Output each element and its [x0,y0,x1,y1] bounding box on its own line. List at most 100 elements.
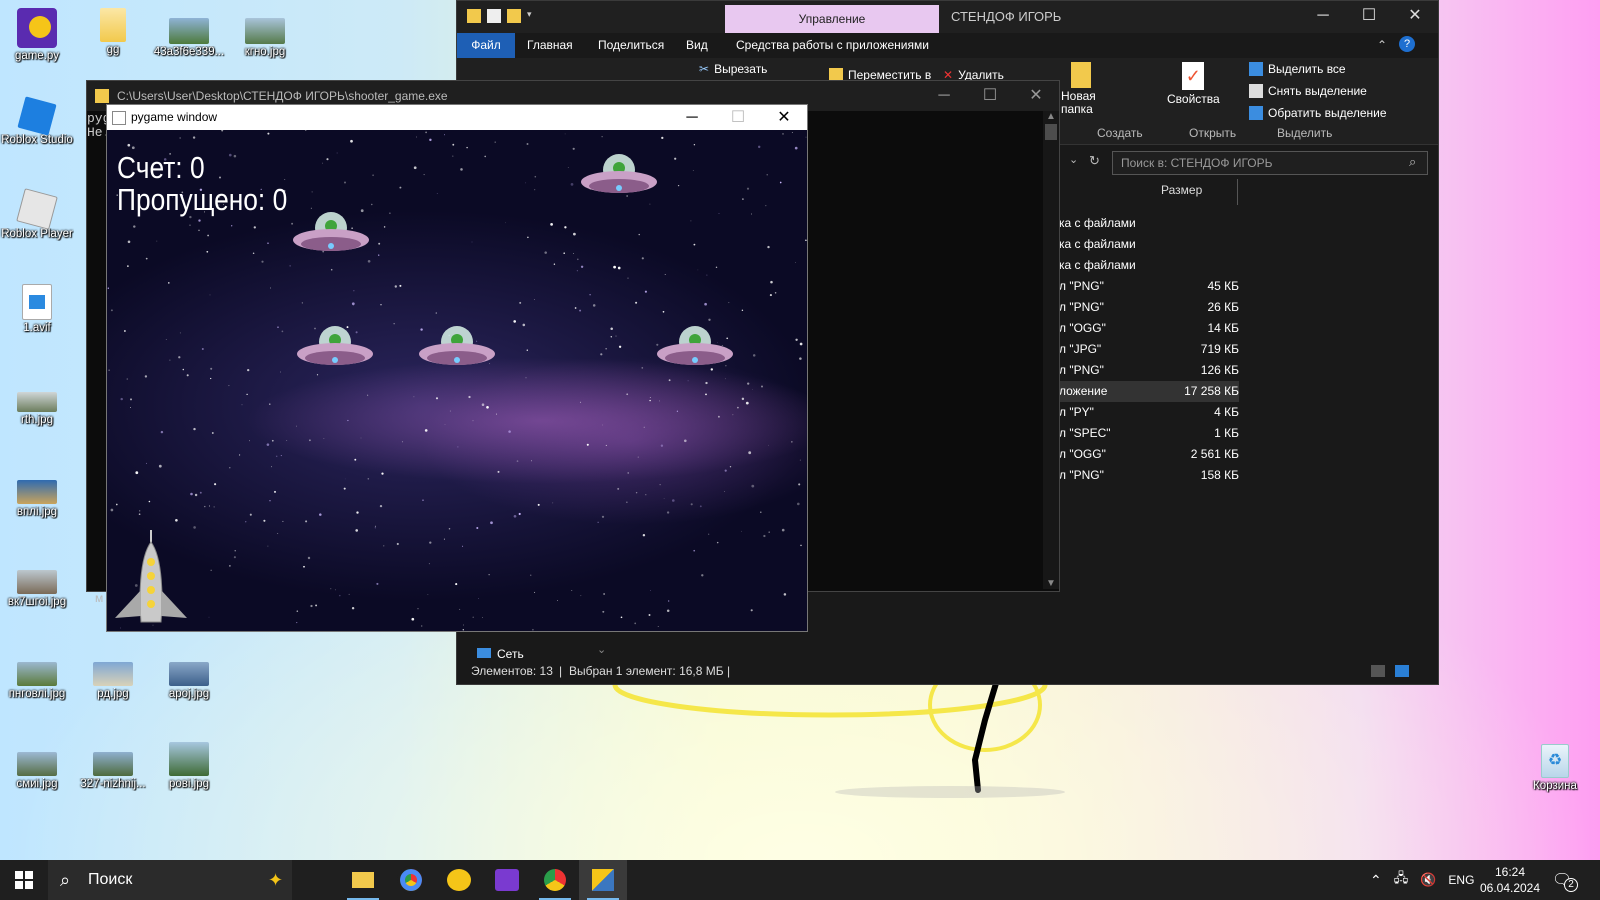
list-item[interactable]: л "PY" 4 КБ [1059,402,1239,423]
tab-file[interactable]: Файл [457,33,515,58]
volume-muted-icon[interactable]: 🔇 [1420,872,1436,888]
new-folder-button[interactable]: Новая папка [1061,62,1101,116]
taskbar-shooter-game[interactable] [579,860,627,900]
collapse-ribbon-icon[interactable]: ⌃ [1377,38,1387,52]
scroll-up-arrow[interactable]: ▲ [1043,111,1059,122]
star [193,526,196,529]
close-button[interactable]: ✕ [1013,81,1059,111]
network-icon[interactable]: 🖧 [1394,869,1409,891]
game-canvas[interactable]: Счет: 0 Пропущено: 0 [107,130,807,631]
desktop-icon-apoj[interactable]: apoj.jpg [152,662,226,701]
star [208,505,211,507]
desktop-icon-43a3[interactable]: 43a3f6e339... [152,18,226,59]
tab-manage[interactable]: Управление [725,5,939,33]
column-header-size[interactable]: Размер [1161,183,1202,197]
list-item[interactable]: л "PNG" 45 КБ [1059,276,1239,297]
star [516,460,519,462]
deselect-button[interactable]: Снять выделение [1249,84,1367,98]
list-item[interactable]: л "JPG" 719 КБ [1059,339,1239,360]
star [261,260,264,263]
help-icon[interactable]: ? [1399,36,1415,52]
list-item[interactable]: л "OGG" 14 КБ [1059,318,1239,339]
tiles-view-icon[interactable] [1395,665,1409,677]
star [422,499,424,501]
tab-share[interactable]: Поделиться [598,38,664,52]
close-button[interactable]: ✕ [1392,1,1438,31]
desktop-icon-gg[interactable]: gg [76,8,150,57]
desktop-icon-smii[interactable]: смиі.jpg [0,752,74,791]
star [316,374,319,376]
tab-home[interactable]: Главная [527,38,573,52]
desktop-icon-327[interactable]: 327-nizhnij... [76,752,150,791]
tab-view[interactable]: Вид [686,38,708,52]
taskbar-python-app[interactable] [435,860,483,900]
desktop-icon-pngovli[interactable]: пнговлі.jpg [0,662,74,701]
nav-pane-scroll-arrow[interactable]: ⌄ [597,643,606,656]
chevron-up-icon[interactable]: ⌃ [1370,872,1382,889]
minimize-button[interactable]: ─ [1300,1,1346,31]
desktop-icon-recycle-bin[interactable]: ♻ Корзина [1518,744,1592,793]
desktop-icon-rovi[interactable]: рові.jpg [152,742,226,791]
star [145,257,148,260]
window-controls: ─ ☐ ✕ [1300,1,1438,31]
invert-selection-button[interactable]: Обратить выделение [1249,106,1387,120]
star [277,326,279,328]
maximize-button[interactable]: ☐ [715,105,761,130]
refresh-icon[interactable]: ↻ [1089,153,1100,169]
language-indicator[interactable]: ENG [1448,873,1474,887]
desktop-icon-avif[interactable]: 1.avif [0,284,74,335]
star [781,528,785,532]
star [424,429,428,432]
scroll-down-arrow[interactable]: ▼ [1043,578,1059,589]
desktop-icon-kgno[interactable]: кгно.jpg [228,18,302,59]
scrollbar-thumb[interactable] [1045,124,1057,140]
taskbar-search[interactable]: ⌕ Поиск ✦ [48,860,292,900]
desktop-icon-game-py[interactable]: game.py [0,8,74,63]
taskbar-game-app[interactable] [483,860,531,900]
star [795,338,798,341]
cut-button[interactable]: ✂ Вырезать [699,62,767,76]
folder-icon[interactable] [467,9,481,23]
minimize-button[interactable]: ─ [921,81,967,111]
desktop-icon-rd[interactable]: рд.jpg [76,662,150,701]
desktop-icon-roblox-player[interactable]: Roblox Player [0,188,74,241]
clock[interactable]: 16:24 06.04.2024 [1476,864,1544,896]
chevron-down-icon[interactable]: ▾ [527,9,541,23]
desktop-icon-rth[interactable]: rth.jpg [0,392,74,427]
star [602,610,605,613]
star [508,430,511,433]
desktop-icon-roblox-studio[interactable]: Roblox Studio [0,96,74,147]
notification-center-button[interactable]: 🗨 2 [1552,870,1578,892]
start-button[interactable] [0,860,48,900]
console-scrollbar[interactable]: ▲ ▼ [1043,111,1059,589]
star [165,339,167,341]
details-view-icon[interactable] [1371,665,1385,677]
taskbar-chrome[interactable] [387,860,435,900]
list-item[interactable]: л "OGG" 2 561 КБ [1059,444,1239,465]
list-item[interactable]: л "SPEC" 1 КБ [1059,423,1239,444]
maximize-button[interactable]: ☐ [967,81,1013,111]
list-item[interactable]: ка с файлами [1059,255,1239,276]
taskbar-file-explorer[interactable] [339,860,387,900]
list-item[interactable]: ка с файлами [1059,234,1239,255]
star [448,527,451,530]
list-item[interactable]: л "PNG" 26 КБ [1059,297,1239,318]
close-button[interactable]: ✕ [761,105,807,130]
desktop-icon-vpli[interactable]: вплі.jpg [0,480,74,519]
search-input[interactable]: Поиск в: СТЕНДОФ ИГОРЬ [1112,151,1428,175]
address-dropdown-icon[interactable]: ⌄ [1069,153,1078,166]
properties-button[interactable]: ✓ Свойства [1167,62,1220,106]
list-item[interactable]: л "PNG" 126 КБ [1059,360,1239,381]
taskbar-chrome-profile[interactable] [531,860,579,900]
star [343,181,347,184]
tab-app-tools[interactable]: Средства работы с приложениями [736,38,929,52]
desktop-icon-vk7[interactable]: вк7шгоі.jpg [0,570,74,609]
minimize-button[interactable]: ─ [669,105,715,130]
list-item-selected[interactable]: ложение 17 258 КБ [1059,381,1239,402]
new-folder-icon[interactable] [507,9,521,23]
list-item[interactable]: л "PNG" 158 КБ [1059,465,1239,486]
properties-icon[interactable] [487,9,501,23]
list-item[interactable]: ка с файлами [1059,213,1239,234]
select-all-button[interactable]: Выделить все [1249,62,1346,76]
maximize-button[interactable]: ☐ [1346,1,1392,31]
